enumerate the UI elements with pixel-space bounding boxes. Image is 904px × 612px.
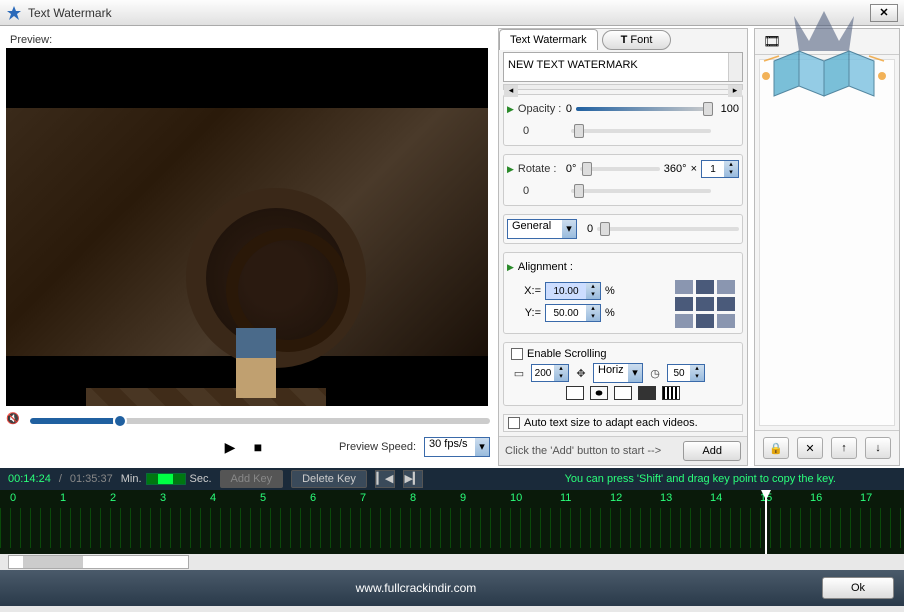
tab-font[interactable]: T T FontFont xyxy=(602,30,672,50)
opacity-label: Opacity : xyxy=(518,103,562,115)
mute-icon[interactable]: 🔇 xyxy=(6,412,24,430)
speed-select[interactable]: 30 fps/s▾ xyxy=(424,437,490,457)
autosize-label: Auto text size to adapt each videos. xyxy=(524,417,698,429)
scroll-width-spin[interactable]: ▴▾ xyxy=(531,364,569,382)
expand-icon[interactable]: ▶ xyxy=(507,164,514,175)
layers-panel: 🎞 🔒 ✕ ↑ ↓ xyxy=(754,28,900,466)
rotate-key-slider[interactable] xyxy=(571,189,711,193)
mode-select[interactable]: General▾ xyxy=(507,219,577,239)
timeline-ruler[interactable]: 012 345 678 91011 121314 151617 xyxy=(0,490,904,554)
ruler-icon: ▭ xyxy=(511,365,527,381)
lock-button[interactable]: 🔒 xyxy=(763,437,789,459)
scroll-dir-select[interactable]: Horiz▾ xyxy=(593,363,643,383)
alignment-group: ▶Alignment : X:= ▴▾ % Y:= ▴▾ % xyxy=(503,252,743,334)
film-icon: 🎞 xyxy=(763,33,781,50)
autosize-checkbox[interactable] xyxy=(508,417,520,429)
move-icon: ✥ xyxy=(573,365,589,381)
add-hint: Click the 'Add' button to start --> xyxy=(505,445,661,457)
watermark-text-input[interactable]: NEW TEXT WATERMARK xyxy=(503,52,743,82)
expand-icon[interactable]: ▶ xyxy=(507,104,514,115)
preview-label: Preview: xyxy=(6,32,490,48)
time-current: 00:14:24 xyxy=(8,473,51,485)
opacity-slider[interactable] xyxy=(576,107,711,111)
timeline-hint: You can press 'Shift' and drag key point… xyxy=(565,473,836,485)
transport-bar: ▶ ■ Preview Speed: 30 fps/s▾ xyxy=(6,433,490,462)
layers-list[interactable] xyxy=(759,59,895,426)
timeline-hscroll[interactable] xyxy=(0,554,904,570)
zoom-bar[interactable] xyxy=(146,473,186,485)
enable-scrolling-label: Enable Scrolling xyxy=(527,348,607,360)
text-vscroll[interactable] xyxy=(728,53,742,81)
clock-icon: ◷ xyxy=(647,365,663,381)
move-down-button[interactable]: ↓ xyxy=(865,437,891,459)
opacity-group: ▶ Opacity : 0 100 0 xyxy=(503,94,743,146)
window-title: Text Watermark xyxy=(28,6,112,20)
rotate-mult-spin[interactable]: ▴▾ xyxy=(701,160,739,178)
stop-button[interactable]: ■ xyxy=(248,437,268,457)
playhead[interactable] xyxy=(765,490,767,554)
rotate-group: ▶ Rotate : 0° 360° × ▴▾ 0 xyxy=(503,154,743,206)
rotate-slider[interactable] xyxy=(580,167,659,171)
mode-slider[interactable] xyxy=(597,227,739,231)
footer: www.fullcrackindir.com Ok xyxy=(0,570,904,606)
alignment-label: Alignment : xyxy=(518,261,573,273)
delete-button[interactable]: ✕ xyxy=(797,437,823,459)
delete-key-button[interactable]: Delete Key xyxy=(291,470,367,488)
close-button[interactable]: ✕ xyxy=(870,4,898,22)
next-key-button[interactable]: ▶▎ xyxy=(403,470,423,488)
enable-scrolling-checkbox[interactable] xyxy=(511,348,523,360)
preview-frame xyxy=(6,108,488,356)
text-hscroll[interactable]: ◂▸ xyxy=(503,84,743,90)
mode-group: General▾ 0 xyxy=(503,214,743,244)
seek-slider[interactable] xyxy=(30,418,490,424)
speed-label: Preview Speed: xyxy=(339,441,416,453)
footer-url: www.fullcrackindir.com xyxy=(10,581,822,595)
titlebar: Text Watermark ✕ xyxy=(0,0,904,26)
alignment-grid[interactable] xyxy=(675,280,735,328)
tab-text-watermark[interactable]: Text Watermark xyxy=(499,29,598,50)
scrolling-group: Enable Scrolling ▭ ▴▾ ✥ Horiz▾ ◷ ▴▾ xyxy=(503,342,743,406)
preview-viewport[interactable] xyxy=(6,48,488,406)
timeline-toolbar: 00:14:24 / 01:35:37 Min. Sec. Add Key De… xyxy=(0,468,904,490)
properties-panel: Text Watermark T T FontFont NEW TEXT WAT… xyxy=(498,28,748,466)
app-icon xyxy=(6,5,22,21)
pattern-5[interactable] xyxy=(662,386,680,400)
pattern-2[interactable] xyxy=(590,386,608,400)
align-y-spin[interactable]: ▴▾ xyxy=(545,304,601,322)
pattern-3[interactable] xyxy=(614,386,632,400)
preview-panel: Preview: 🔇 ▶ ■ Preview Speed: 30 fps/s▾ xyxy=(2,28,494,466)
rotate-label: Rotate : xyxy=(518,163,562,175)
pattern-1[interactable] xyxy=(566,386,584,400)
main-area: Preview: 🔇 ▶ ■ Preview Speed: 30 fps/s▾ … xyxy=(0,26,904,468)
opacity-key-slider[interactable] xyxy=(571,129,711,133)
add-hint-row: Click the 'Add' button to start --> Add xyxy=(499,436,747,465)
add-button[interactable]: Add xyxy=(683,441,741,461)
align-x-spin[interactable]: ▴▾ xyxy=(545,282,601,300)
pattern-4[interactable] xyxy=(638,386,656,400)
move-up-button[interactable]: ↑ xyxy=(831,437,857,459)
play-button[interactable]: ▶ xyxy=(220,437,240,457)
scroll-speed-spin[interactable]: ▴▾ xyxy=(667,364,705,382)
seek-row: 🔇 xyxy=(6,410,490,433)
time-total: 01:35:37 xyxy=(70,473,113,485)
prev-key-button[interactable]: ▎◀ xyxy=(375,470,395,488)
add-key-button[interactable]: Add Key xyxy=(220,470,284,488)
ok-button[interactable]: Ok xyxy=(822,577,894,599)
tab-row: Text Watermark T T FontFont xyxy=(499,29,747,50)
pattern-row xyxy=(507,384,739,402)
layers-header: 🎞 xyxy=(755,29,899,55)
